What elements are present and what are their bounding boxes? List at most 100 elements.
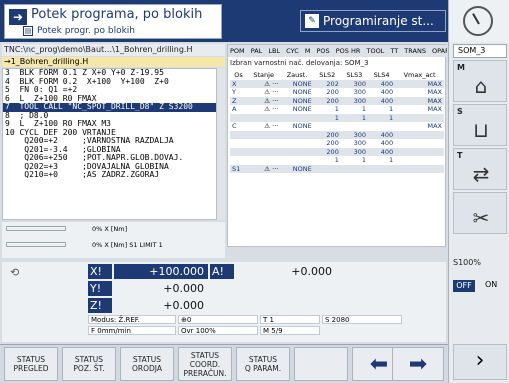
- axis-x-label: X!: [88, 264, 112, 279]
- table-row: 200 300 400: [230, 130, 444, 139]
- screen: ➜ Potek programa, po blokih ▤ Potek prog…: [0, 0, 509, 383]
- override-value: Ovr 100%: [178, 326, 258, 335]
- softkey-status-coord[interactable]: STATUS COORD. PRERAČUN.: [178, 347, 232, 381]
- feed-value: F 0mm/min: [88, 326, 176, 335]
- programming-mode-label: Programiranje st...: [323, 14, 434, 28]
- spindle-override: S100% OFF ON: [453, 258, 498, 292]
- table-row: 200 300 400: [326, 139, 394, 148]
- axis-x-row: X! +100.000: [88, 264, 208, 279]
- position-mode: Modus: Ž.REF.: [88, 315, 176, 324]
- softkey-status-position[interactable]: STATUS POZ. ŠT.: [62, 347, 116, 381]
- arrow-right-icon: ➜: [9, 9, 27, 25]
- programming-mode-button[interactable]: ✎ Programiranje st...: [300, 10, 446, 32]
- spindle-icon: ⊔: [473, 118, 489, 142]
- axis-a-value: +0.000: [236, 264, 336, 279]
- program-line[interactable]: Q202=+3 ;DOVAJALNA GLOBINA: [3, 163, 216, 172]
- side-top: [449, 0, 509, 42]
- datum-icon: ⊕0: [178, 315, 258, 324]
- arrow-right-icon: ➡: [408, 351, 428, 377]
- m-function-value: M 5/9: [260, 326, 320, 335]
- tab-lbl[interactable]: LBL: [266, 47, 282, 55]
- softkey-status-tool[interactable]: STATUS ORODJA: [120, 347, 174, 381]
- safety-mode-label: Izbran varnostni nač. delovanja: SOM_3: [230, 59, 369, 67]
- program-line-selected[interactable]: 7 TOOL CALL "NC_SPOT_DRILL_D8" Z S3200: [3, 103, 216, 112]
- program-line[interactable]: 9 L Z+100 R0 FMAX M3: [3, 120, 216, 129]
- program-line[interactable]: 4 BLK FORM 0.2 X+100 Y+100 Z+0: [3, 78, 216, 87]
- program-line[interactable]: Q201=-3.4 ;GLOBINA: [3, 146, 216, 155]
- table-row: S1 ⚠ ··· NONE: [230, 164, 444, 173]
- tab-m[interactable]: M: [303, 47, 313, 55]
- program-line[interactable]: 8 ; D8.0: [3, 112, 216, 121]
- load-display: 0% X [Nm] 0% X [Nm] S1 LIMIT 1: [2, 222, 225, 258]
- tab-trans[interactable]: TRANS: [402, 47, 428, 55]
- chevron-right-icon: ›: [475, 348, 485, 373]
- softkey-bar: STATUS PREGLED STATUS POZ. ŠT. STATUS ORODJ…: [0, 344, 448, 383]
- table-row: 111: [230, 113, 444, 122]
- status-panel: POM PAL LBL CYC M POS POS HR TOOL TT TRA…: [227, 44, 447, 247]
- program-path: TNC:\nc_prog\demo\Baut…\1_Bohren_drillin…: [2, 44, 225, 56]
- program-scrollbar[interactable]: [217, 68, 225, 220]
- tab-pgm[interactable]: POM: [228, 47, 247, 55]
- position-display: ⟲ X! +100.000 A! +0.000 Y! +0.000 Z! +0.…: [2, 262, 446, 342]
- arrow-left-icon: ⬅: [369, 351, 389, 377]
- tab-pos-hr[interactable]: POS HR: [334, 47, 363, 55]
- clock-icon: [463, 6, 493, 36]
- program-tree-header: →1_Bohren_drilling.H: [2, 57, 225, 67]
- table-row: Z ⚠ ··· NONE 200 300 400 MAX: [230, 96, 444, 105]
- safety-table: Os Stanje Zaust. SLS2 SLS3 SLS4 Vmax_act…: [230, 71, 444, 173]
- program-line[interactable]: Q210=+0 ;AS ZADRZ.ZGORAJ: [3, 171, 216, 180]
- side-key-tools[interactable]: ✂: [453, 192, 507, 234]
- table-row: Y ⚠ ··· NONE 200 300 400 MAX: [232, 88, 442, 97]
- mode-subtitle: Potek progr. po blokih: [37, 26, 135, 36]
- tab-pal[interactable]: PAL: [249, 47, 265, 55]
- position-display-icon: ⟲: [10, 266, 20, 279]
- spindle-speed: S 2080: [322, 315, 402, 324]
- wrench-screwdriver-icon: ✂: [472, 206, 490, 230]
- tab-tt[interactable]: TT: [388, 47, 400, 55]
- softkey-forward[interactable]: ➡: [392, 347, 444, 381]
- side-key-s[interactable]: S ⊔: [453, 104, 507, 146]
- tool-value: T 1: [260, 315, 320, 324]
- axis-y-value: +0.000: [114, 281, 208, 296]
- program-line[interactable]: Q200=+2 ;VARNOSTNA RAZDALJA: [3, 137, 216, 146]
- table-row: X ⚠ ··· NONE 202 300 400 MAX: [230, 79, 444, 88]
- tab-tool[interactable]: TOOL: [364, 47, 386, 55]
- load-label-1: 0% X [Nm]: [92, 225, 128, 233]
- status-tabs: POM PAL LBL CYC M POS POS HR TOOL TT TRA…: [228, 45, 447, 57]
- tab-cyc[interactable]: CYC: [284, 47, 301, 55]
- softkey-empty[interactable]: [294, 347, 348, 381]
- axis-y-row: Y! +0.000: [88, 281, 208, 296]
- axis-z-label: Z!: [88, 298, 112, 313]
- header-bar: ➜ Potek programa, po blokih ▤ Potek prog…: [0, 0, 448, 42]
- table-header-row: Os Stanje Zaust. SLS2 SLS3 SLS4 Vmax_act: [234, 71, 436, 80]
- program-line[interactable]: 5 FN 0: Q1 =+2: [3, 86, 216, 95]
- more-softkeys-button[interactable]: ›: [453, 344, 507, 380]
- softkey-status-overview[interactable]: STATUS PREGLED: [4, 347, 58, 381]
- side-key-t[interactable]: T ⇄: [453, 148, 507, 190]
- table-row: C ⚠ ··· NONE MAX: [232, 122, 442, 131]
- mode-title: Potek programa, po blokih: [31, 7, 203, 22]
- tool-icon: ⇄: [472, 162, 490, 186]
- axis-a-label: A!: [210, 264, 234, 279]
- on-label[interactable]: ON: [485, 280, 497, 289]
- tab-opara[interactable]: OPARA: [430, 47, 447, 55]
- safety-mode-badge: SOM_3: [453, 44, 507, 58]
- softkey-status-q-param[interactable]: STATUS Q PARAM.: [236, 347, 290, 381]
- axis-a-row: A! +0.000: [210, 264, 336, 279]
- edit-icon: ✎: [305, 14, 319, 28]
- axis-y-label: Y!: [88, 281, 112, 296]
- table-row: 200 300 400: [230, 147, 444, 156]
- side-key-m[interactable]: M ⌂: [453, 60, 507, 102]
- program-line[interactable]: 3 BLK FORM 0.1 Z X+0 Y+0 Z-19.95: [3, 69, 216, 78]
- machine-icon: ⌂: [474, 74, 488, 98]
- tab-pos[interactable]: POS: [315, 47, 332, 55]
- program-line[interactable]: 6 L Z+100 R0 FMAX: [3, 95, 216, 104]
- program-listing[interactable]: 3 BLK FORM 0.1 Z X+0 Y+0 Z-19.95 4 BLK F…: [2, 68, 217, 220]
- axis-z-row: Z! +0.000: [88, 298, 208, 313]
- axis-x-value: +100.000: [114, 264, 208, 279]
- load-label-2: 0% X [Nm] S1 LIMIT 1: [92, 241, 163, 249]
- program-line[interactable]: Q206=+250 ;POT.NAPR.GLOB.DOVAJ.: [3, 154, 216, 163]
- program-icon: ▤: [23, 26, 33, 36]
- program-line[interactable]: 10 CYCL DEF 200 VRTANJE: [3, 129, 216, 138]
- off-badge[interactable]: OFF: [453, 280, 475, 292]
